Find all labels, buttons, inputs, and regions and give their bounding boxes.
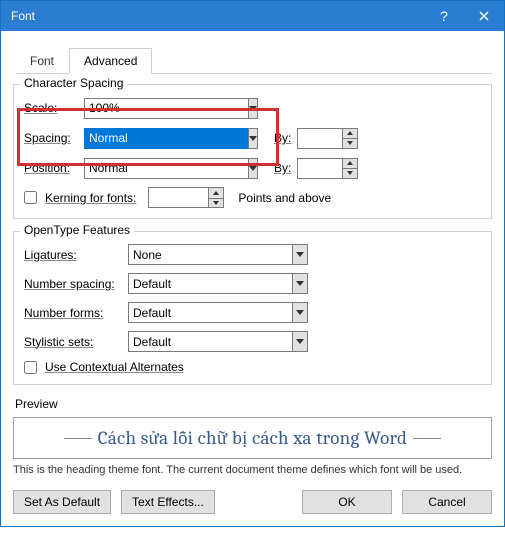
number-spacing-label: Number spacing: (24, 277, 128, 291)
window-title: Font (11, 9, 424, 23)
chevron-down-icon[interactable] (292, 244, 308, 265)
scale-label: Scale: (24, 101, 84, 115)
text-effects-button[interactable]: Text Effects... (121, 490, 215, 514)
number-forms-input[interactable] (128, 302, 292, 323)
opentype-features-group: OpenType Features Ligatures: Number spac… (13, 231, 492, 385)
tab-strip: Font Advanced (15, 47, 492, 74)
number-spacing-input[interactable] (128, 273, 292, 294)
stylistic-sets-combo[interactable] (128, 331, 308, 352)
spacing-by-input[interactable] (297, 128, 342, 149)
stylistic-sets-label: Stylistic sets: (24, 335, 128, 349)
contextual-alternates-label: Use Contextual Alternates (45, 360, 184, 374)
spin-down-icon[interactable] (342, 138, 358, 149)
ok-button[interactable]: OK (302, 490, 392, 514)
chevron-down-icon[interactable] (292, 302, 308, 323)
position-input[interactable] (84, 158, 248, 179)
points-above-label: Points and above (238, 191, 331, 205)
spin-up-icon[interactable] (342, 158, 358, 169)
cancel-button[interactable]: Cancel (402, 490, 492, 514)
chevron-down-icon[interactable] (248, 158, 258, 179)
position-combo[interactable] (84, 158, 144, 179)
tab-font[interactable]: Font (15, 48, 69, 74)
preview-text: Cách sửa lỗi chữ bị cách xa trong Word (98, 427, 408, 450)
decoration-line (64, 438, 92, 439)
ligatures-input[interactable] (128, 244, 292, 265)
font-dialog: Font ? Font Advanced Character Spacing S… (0, 0, 505, 527)
scale-combo[interactable] (84, 98, 254, 119)
spin-down-icon[interactable] (342, 168, 358, 179)
chevron-down-icon[interactable] (292, 331, 308, 352)
stylistic-sets-input[interactable] (128, 331, 292, 352)
contextual-alternates-checkbox[interactable] (24, 361, 37, 374)
position-by-input[interactable] (297, 158, 342, 179)
close-icon[interactable] (464, 1, 504, 31)
by-label-1: By: (274, 131, 291, 145)
help-icon[interactable]: ? (424, 1, 464, 31)
decoration-line (413, 438, 441, 439)
chevron-down-icon[interactable] (248, 128, 258, 149)
scale-input[interactable] (84, 98, 248, 119)
kerning-label: Kerning for fonts: (45, 191, 136, 205)
spin-up-icon[interactable] (342, 128, 358, 139)
chevron-down-icon[interactable] (292, 273, 308, 294)
preview-description: This is the heading theme font. The curr… (13, 464, 492, 476)
position-by-spinner[interactable] (297, 158, 358, 179)
preview-label: Preview (15, 397, 492, 411)
opentype-legend: OpenType Features (20, 223, 134, 237)
spacing-input[interactable] (84, 128, 248, 149)
spin-down-icon[interactable] (208, 198, 224, 209)
kerning-checkbox[interactable] (24, 191, 37, 204)
tab-advanced[interactable]: Advanced (69, 48, 152, 74)
spacing-label: Spacing: (24, 131, 84, 145)
ligatures-label: Ligatures: (24, 248, 128, 262)
spacing-combo[interactable] (84, 128, 254, 149)
spin-up-icon[interactable] (208, 187, 224, 198)
preview-box: Cách sửa lỗi chữ bị cách xa trong Word (13, 417, 492, 459)
title-bar: Font ? (1, 1, 504, 31)
by-label-2: By: (274, 161, 291, 175)
chevron-down-icon[interactable] (248, 98, 258, 119)
number-spacing-combo[interactable] (128, 273, 308, 294)
spacing-by-spinner[interactable] (297, 128, 358, 149)
character-spacing-legend: Character Spacing (20, 76, 127, 90)
set-as-default-button[interactable]: Set As Default (13, 490, 111, 514)
ligatures-combo[interactable] (128, 244, 308, 265)
kerning-input[interactable] (148, 187, 208, 208)
position-label: Position: (24, 161, 84, 175)
number-forms-combo[interactable] (128, 302, 308, 323)
dialog-footer: Set As Default Text Effects... OK Cancel (13, 490, 492, 514)
number-forms-label: Number forms: (24, 306, 128, 320)
kerning-spinner[interactable] (148, 187, 224, 208)
character-spacing-group: Character Spacing Scale: Spacing: By: (13, 84, 492, 219)
